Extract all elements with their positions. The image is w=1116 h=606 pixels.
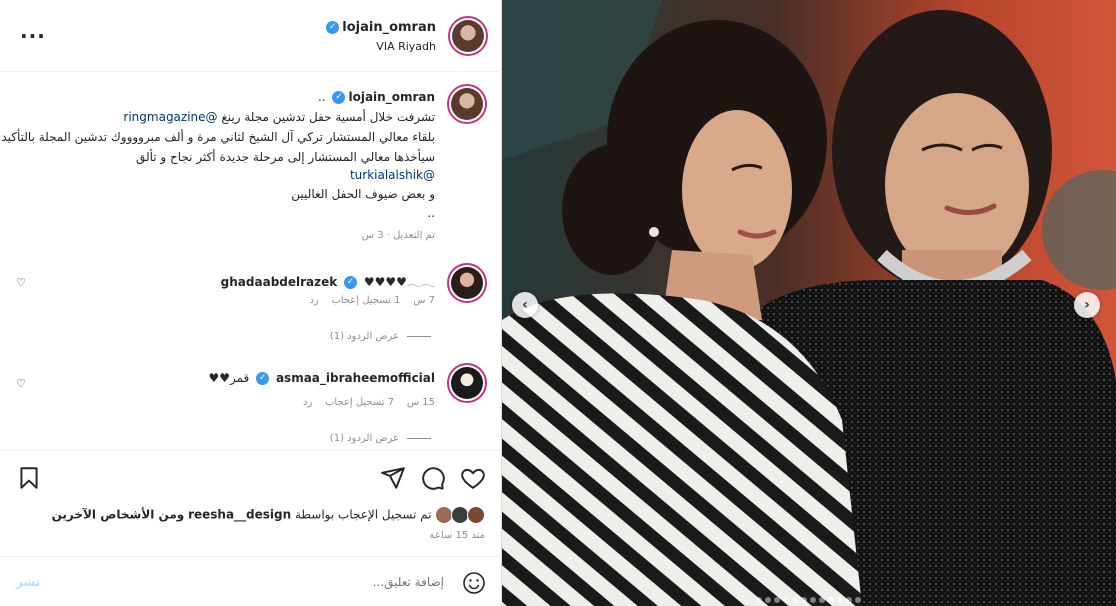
action-bar bbox=[0, 450, 502, 506]
caption-line: تشرفت خلال أمسية حفل تدشين مجلة رينغ @ri… bbox=[123, 110, 435, 124]
carousel-dot bbox=[800, 597, 807, 603]
mention-link[interactable]: @ringmagazine bbox=[123, 110, 217, 124]
chevron-left-icon[interactable]: ‹ bbox=[512, 292, 538, 318]
more-icon[interactable]: ··· bbox=[20, 24, 46, 48]
verified-icon: ✓ bbox=[256, 372, 270, 385]
caption-author-avatar[interactable] bbox=[447, 84, 487, 124]
caption-line: سيأخذها معالي المستشار إلى مرحلة جديدة أ… bbox=[135, 150, 435, 164]
carousel-indicators bbox=[754, 588, 862, 606]
comment-box: نشر bbox=[0, 556, 502, 606]
verified-icon: ✓ bbox=[332, 91, 346, 104]
bookmark-icon[interactable] bbox=[16, 465, 42, 491]
commenter-avatar[interactable] bbox=[447, 363, 487, 403]
comment: ghadaabdelrazek ✓ ♥♥♥♥𓂃𓂃 bbox=[221, 270, 435, 290]
comment-username[interactable]: ghadaabdelrazek bbox=[221, 275, 338, 289]
likes-others[interactable]: ومن الأشخاص الآخرين bbox=[52, 508, 185, 522]
reply-button[interactable]: رد bbox=[309, 295, 318, 306]
carousel-dot bbox=[827, 597, 834, 603]
share-icon[interactable] bbox=[380, 465, 406, 491]
caption-text: تشرفت خلال أمسية حفل تدشين مجلة رينغ bbox=[221, 110, 435, 124]
comment-meta: 7 س 1 تسجيل إعجاب رد bbox=[309, 295, 435, 306]
carousel-dot bbox=[818, 597, 825, 603]
caption-line: .. bbox=[427, 206, 435, 220]
caption-header: .. ✓ lojain_omran bbox=[318, 90, 435, 104]
replies-divider bbox=[407, 335, 431, 337]
comment-icon[interactable] bbox=[420, 465, 446, 491]
carousel-dot bbox=[836, 597, 843, 603]
emoji-icon[interactable] bbox=[462, 571, 486, 595]
caption-line: و بعض ضيوف الحفل الغاليين bbox=[291, 187, 435, 201]
post-comment-button[interactable]: نشر bbox=[16, 575, 40, 589]
comment-time[interactable]: 15 س bbox=[407, 397, 435, 408]
comment-likes[interactable]: 1 تسجيل إعجاب bbox=[331, 295, 400, 306]
comment-text: ♥♥♥♥𓂃𓂃 bbox=[363, 275, 435, 289]
post-time[interactable]: منذ 15 ساعة bbox=[430, 530, 485, 541]
carousel-dot bbox=[845, 597, 852, 603]
liker-username[interactable]: reesha__design bbox=[188, 508, 291, 522]
author-username-row[interactable]: ✓ lojain_omran bbox=[323, 20, 436, 35]
heart-icon[interactable] bbox=[460, 465, 486, 491]
comment-input[interactable] bbox=[104, 575, 444, 589]
carousel-dot bbox=[854, 597, 861, 603]
comment-like-icon[interactable]: ♡ bbox=[16, 377, 26, 390]
post-header: ··· ✓ lojain_omran VIA Riyadh bbox=[0, 0, 502, 72]
carousel-dot bbox=[773, 597, 780, 603]
carousel-dot bbox=[809, 597, 816, 603]
replies-divider bbox=[407, 437, 431, 439]
comment-likes[interactable]: 7 تسجيل إعجاب bbox=[325, 397, 394, 408]
chevron-right-icon[interactable]: › bbox=[1074, 292, 1100, 318]
page-scrollbar[interactable] bbox=[1102, 0, 1116, 606]
liker-avatar bbox=[467, 506, 485, 524]
commenter-avatar[interactable] bbox=[447, 263, 487, 303]
reply-button[interactable]: رد bbox=[303, 397, 312, 408]
view-replies-button[interactable]: عرض الردود (1) bbox=[330, 433, 431, 444]
photo-image bbox=[502, 0, 1116, 606]
comment-username[interactable]: asmaa_ibraheemofficial bbox=[276, 371, 435, 385]
author-avatar[interactable] bbox=[448, 16, 488, 56]
view-replies-label[interactable]: عرض الردود (1) bbox=[330, 331, 399, 342]
comment-time[interactable]: 7 س bbox=[413, 295, 435, 306]
mention-link[interactable]: @turkialalshik bbox=[350, 168, 435, 182]
comment-text: قمر♥♥ bbox=[208, 371, 250, 385]
verified-icon: ✓ bbox=[344, 276, 358, 289]
verified-icon: ✓ bbox=[326, 21, 340, 34]
caption-username[interactable]: lojain_omran bbox=[348, 90, 435, 104]
comment: asmaa_ibraheemofficial ✓ قمر♥♥ bbox=[208, 371, 435, 385]
post-location[interactable]: VIA Riyadh bbox=[376, 40, 436, 53]
author-username[interactable]: lojain_omran bbox=[342, 20, 436, 35]
likes-prefix: تم تسجيل الإعجاب بواسطة bbox=[295, 507, 432, 522]
caption-line: بلقاء معالي المستشار تركي آل الشيخ لثاني… bbox=[1, 130, 435, 144]
caption-dots: .. bbox=[318, 90, 326, 104]
view-replies-button[interactable]: عرض الردود (1) bbox=[330, 331, 431, 342]
comment-meta: 15 س 7 تسجيل إعجاب رد bbox=[303, 397, 435, 408]
likes-summary: تم تسجيل الإعجاب بواسطة reesha__design و… bbox=[52, 506, 485, 524]
carousel-dot bbox=[755, 597, 762, 603]
carousel-dot bbox=[764, 597, 771, 603]
view-replies-label[interactable]: عرض الردود (1) bbox=[330, 433, 399, 444]
carousel-dot bbox=[791, 597, 798, 603]
post-side-panel: ··· ✓ lojain_omran VIA Riyadh .. ✓ lojain_… bbox=[0, 0, 502, 606]
caption-meta: تم التعديل · 3 س bbox=[361, 230, 435, 241]
comment-like-icon[interactable]: ♡ bbox=[16, 276, 26, 289]
liker-avatars[interactable] bbox=[435, 506, 485, 524]
carousel-dot bbox=[782, 597, 789, 603]
post-photo: ‹ › bbox=[502, 0, 1116, 606]
